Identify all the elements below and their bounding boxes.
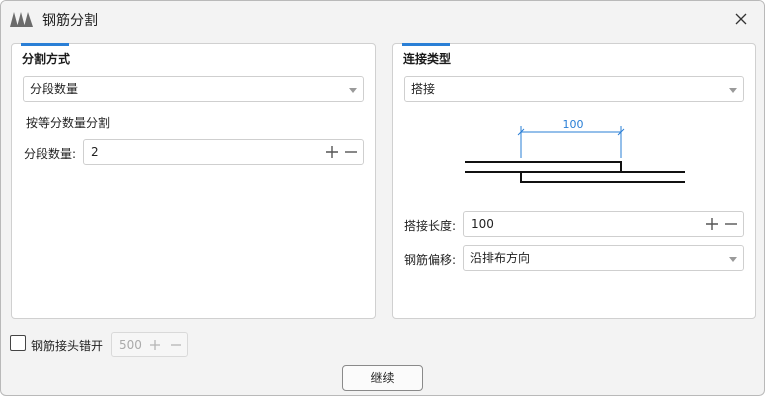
rebar-offset-select[interactable]: 沿排布方向 [463,245,744,271]
split-method-panel: 分割方式 分段数量 按等分数量分割 分段数量: 2 [11,43,376,319]
segment-count-value: 2 [91,145,99,159]
plus-icon[interactable] [705,217,719,231]
segment-count-label: 分段数量: [24,147,77,161]
chevron-down-icon [349,88,357,93]
lap-length-value: 100 [471,217,494,231]
rebar-offset-label: 钢筋偏移: [404,253,457,267]
minus-icon [171,344,181,346]
stagger-distance-value: 500 [119,338,142,352]
plus-icon[interactable] [325,145,339,159]
dialog-window: 钢筋分割 分割方式 分段数量 按等分数量分割 分段数量: 2 连接类型 搭接 1… [0,0,765,396]
split-method-heading: 分割方式 [22,52,71,66]
window-title: 钢筋分割 [42,13,98,29]
plus-icon [150,340,160,350]
lap-length-input[interactable]: 100 [463,211,744,237]
stagger-label: 钢筋接头错开 [31,339,104,353]
stagger-checkbox[interactable] [10,335,26,351]
connection-type-heading: 连接类型 [403,52,452,66]
split-mode-value: 分段数量 [30,82,79,96]
close-icon [735,13,747,25]
segment-count-input[interactable]: 2 [83,139,364,165]
continue-button[interactable]: 继续 [342,365,423,391]
dimension-label: 100 [563,118,584,131]
lap-length-label: 搭接长度: [404,219,457,233]
minus-icon[interactable] [724,217,738,231]
stagger-distance-input: 500 [111,332,188,357]
rebar-bars [465,161,685,183]
panel-accent-bar [402,43,450,46]
split-description: 按等分数量分割 [26,116,111,130]
connection-type-value: 搭接 [411,82,436,96]
app-logo-icon [10,12,33,27]
connection-type-panel: 连接类型 搭接 100 搭接长度: 100 钢筋偏移: 沿排布方向 [392,43,756,319]
connection-type-select[interactable]: 搭接 [404,76,744,102]
lap-splice-diagram: 100 [465,118,685,183]
chevron-down-icon [729,88,737,93]
minus-icon[interactable] [344,145,358,159]
close-button[interactable] [728,7,754,31]
rebar-offset-value: 沿排布方向 [470,251,531,265]
chevron-down-icon [729,257,737,262]
panel-accent-bar [21,43,69,46]
split-mode-select[interactable]: 分段数量 [23,76,364,102]
title-bar: 钢筋分割 [1,1,764,37]
